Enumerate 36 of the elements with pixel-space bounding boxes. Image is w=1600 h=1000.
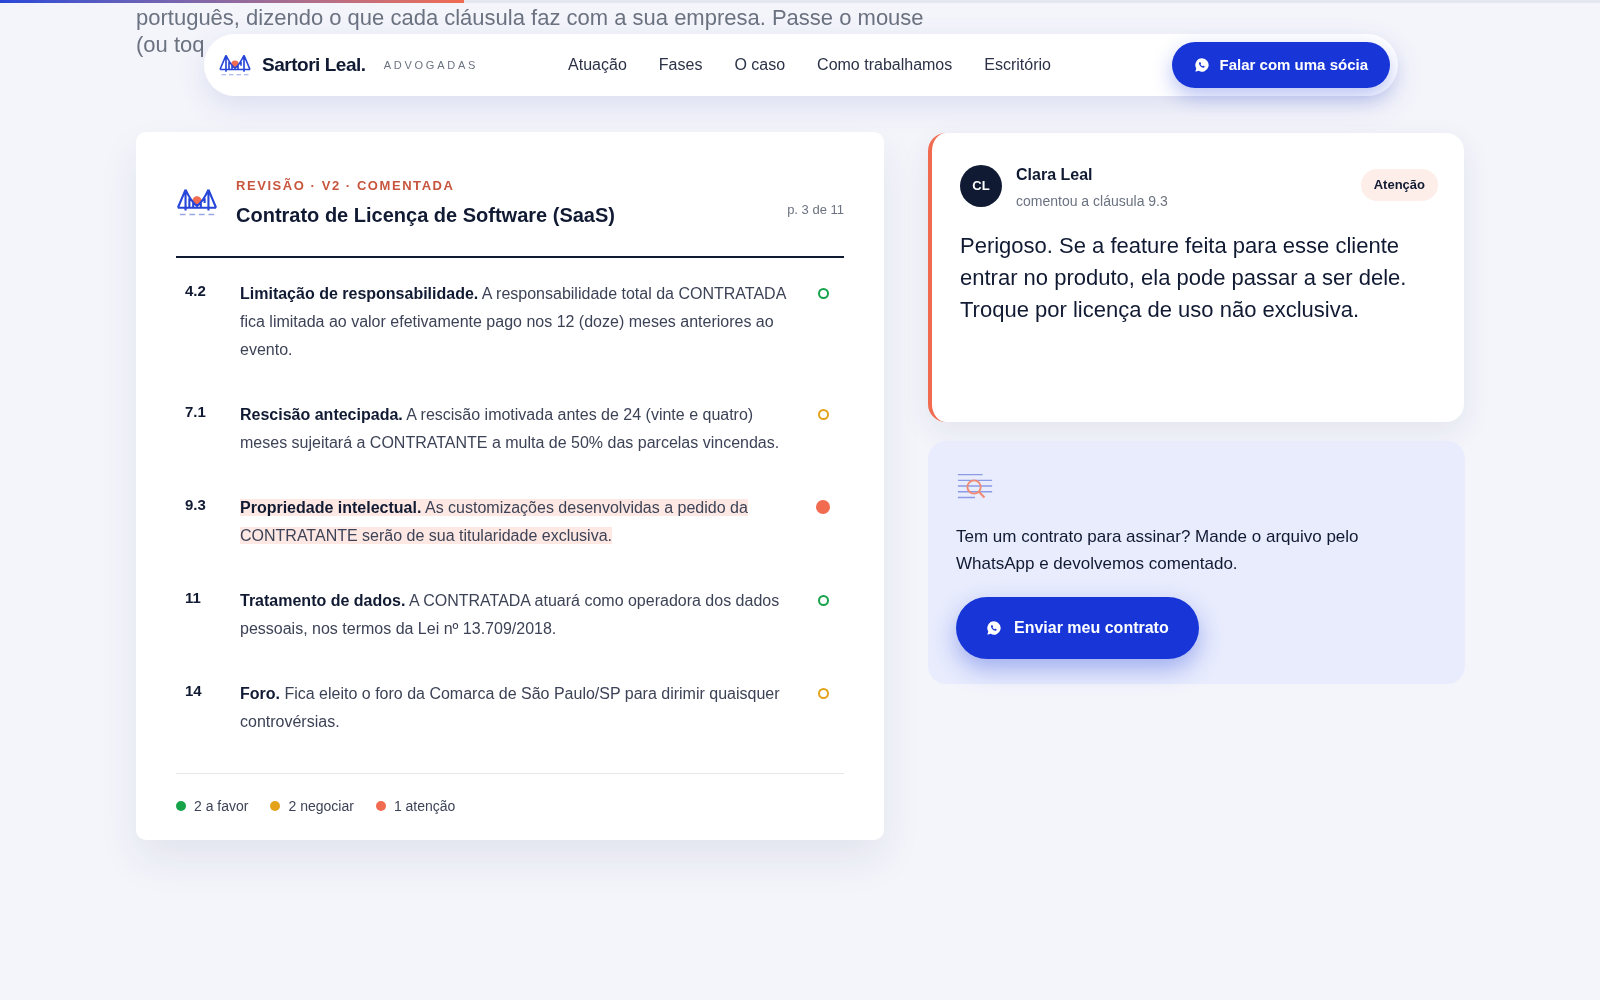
attention-badge: Atenção [1360,169,1438,201]
clause-number: 4.2 [184,280,207,301]
nav-link[interactable]: Como trabalhamos [817,53,953,77]
clause-number: 14 [184,680,203,701]
bridge-logo-icon [176,186,218,218]
contact-button[interactable]: Falar com uma sócia [1171,42,1390,88]
document-title: Contrato de Licença de Software (SaaS) [236,202,615,228]
cta-text: Tem um contrato para assinar? Mande o arquivo pelo WhatsApp e devolvemos comentado. [956,526,1360,575]
brand-tagline: ADVOGADAS [383,57,479,73]
clause-number: 7.1 [184,401,207,422]
clause-text[interactable]: Tratamento de dados. A CONTRATADA atuará como operadora dos dados pessoais, nos termos da Lei nº 13.709/2018. [240,586,800,643]
send-contract-button[interactable]: Enviar meu contrato [956,597,1199,659]
comment-text: Perigoso. Se a feature feita para esse cliente entrar no produto, ela pode passar a ser dele. Troque por licença de uso não exclusiva. [960,232,1408,324]
clause-text[interactable]: Limitação de responsabilidade. A responsabilidade total da CONTRATADA fica limitada ao valor efetivamente pago nos 12 (doze) meses anteriores ao evento. [240,279,800,364]
chat-bubble-icon [1193,57,1210,73]
nav-link[interactable]: O caso [734,53,786,77]
page-indicator: p. 3 de 11 [787,201,844,219]
chat-bubble-icon [986,620,1002,636]
avatar: CL [960,165,1002,207]
clause-number: 11 [184,587,202,608]
intro-text: português, dizendo o que cada cláusula faz com a sua empresa. Passe o mouse [136,4,924,31]
nav-link[interactable]: Fases [658,53,703,77]
clause-text[interactable]: Foro. Fica eleito o foro da Comarca de São Paulo/SP para dirimir quaisquer controvérsias. [240,679,800,736]
comment-author: Clara Leal [1016,165,1093,185]
legend-label: 2 a favor [194,796,249,816]
legend-label: 1 atenção [393,796,456,816]
intro-text: (ou toq [136,31,205,58]
nav-link[interactable]: Atuação [568,53,627,77]
nav-link[interactable]: Escritório [984,53,1051,77]
comment-meta: comentou a cláusula 9.3 [1016,192,1168,211]
document-eyebrow: REVISÃO · V2 · COMENTADA [236,177,455,195]
bridge-logo-icon [218,53,252,77]
clause-number: 9.3 [184,494,207,515]
brand-name[interactable]: Sartori Leal. [262,50,366,80]
legend-label: 2 negociar [288,796,354,816]
clause-text[interactable]: Rescisão antecipada. A rescisão imotivada antes de 24 (vinte e quatro) meses sujeitará a CONTRATANTE a multa de 50% das parcelas vincendas. [240,400,800,457]
